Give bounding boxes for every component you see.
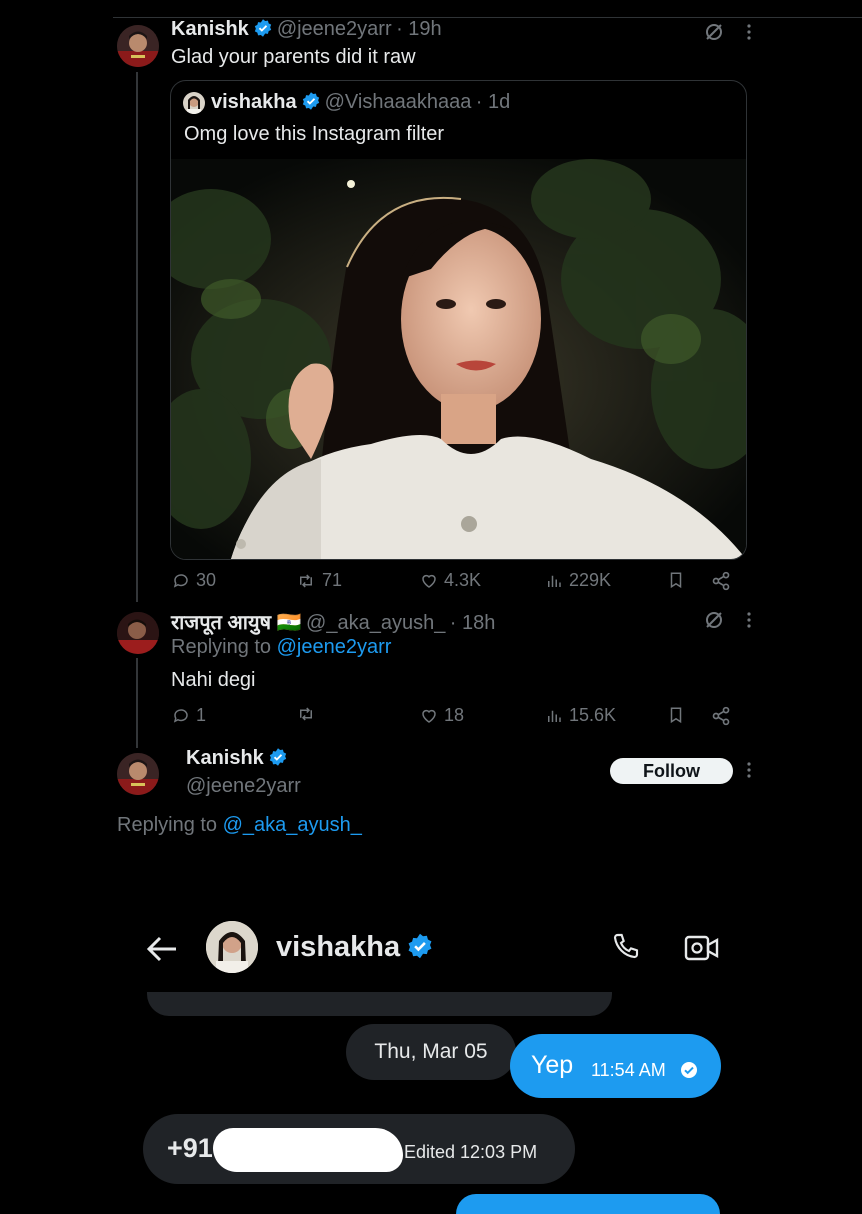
bookmark-button[interactable] — [667, 571, 685, 589]
message-bubble-partial — [456, 1194, 720, 1214]
verified-badge-icon — [253, 18, 273, 43]
dm-header: vishakha — [0, 905, 862, 1000]
message-text: Yep — [531, 1051, 574, 1079]
tweet-text: Glad your parents did it raw — [171, 46, 416, 68]
replying-to-label: Replying to — [117, 814, 218, 836]
phone-icon[interactable] — [609, 931, 641, 968]
tweet-header: Kanishk @jeene2yarr · 19h — [171, 18, 442, 43]
reply-author-name[interactable]: राजपूत आयुष 🇮🇳 — [171, 612, 302, 634]
like-button[interactable]: 4.3K — [420, 570, 481, 591]
focus-author-name[interactable]: Kanishk — [186, 747, 264, 769]
share-button[interactable] — [711, 571, 731, 591]
focus-author: Kanishk — [186, 747, 292, 772]
dm-contact-avatar[interactable] — [206, 921, 258, 973]
retweet-button[interactable] — [296, 705, 322, 723]
grok-icon[interactable] — [704, 610, 724, 635]
share-icon — [712, 706, 730, 726]
avatar[interactable] — [117, 612, 159, 654]
message-bubble-partial — [147, 992, 612, 1016]
tweet-time[interactable]: · 19h — [396, 18, 442, 40]
more-options-icon[interactable] — [746, 760, 752, 784]
bookmark-icon — [670, 707, 682, 724]
quote-photo[interactable] — [171, 159, 746, 559]
heart-icon — [422, 574, 436, 588]
video-call-icon[interactable] — [684, 933, 720, 968]
reply-author-handle[interactable]: @_aka_ayush_ — [306, 612, 445, 634]
dm-contact[interactable]: vishakha — [276, 931, 438, 965]
share-button[interactable] — [711, 706, 731, 726]
message-bubble-received[interactable]: +91 Edited 12:03 PM — [143, 1114, 575, 1184]
like-count: 18 — [444, 705, 465, 725]
quote-header: vishakha @Vishaaakhaaa · 1d — [211, 91, 510, 116]
view-count: 15.6K — [569, 705, 617, 725]
dm-contact-name: vishakha — [276, 931, 401, 963]
message-bubble-sent[interactable]: Yep 11:54 AM — [510, 1034, 721, 1098]
message-edited-meta: Edited 12:03 PM — [404, 1142, 538, 1162]
views-icon — [548, 710, 561, 722]
verified-badge-icon — [406, 932, 434, 965]
reply-icon — [173, 708, 188, 723]
views-button[interactable]: 229K — [545, 570, 611, 591]
heart-icon — [422, 709, 436, 723]
share-icon — [712, 571, 730, 591]
author-handle[interactable]: @jeene2yarr — [277, 18, 392, 40]
message-time: 11:54 AM — [591, 1060, 666, 1080]
avatar — [183, 92, 205, 114]
view-count: 229K — [569, 570, 612, 590]
reply-count: 1 — [196, 705, 207, 725]
quote-author-name: vishakha — [211, 91, 297, 113]
replying-to-handle[interactable]: @_aka_ayush_ — [223, 814, 362, 836]
thread-line — [136, 658, 138, 748]
reply-time[interactable]: · 18h — [450, 612, 496, 634]
more-options-icon[interactable] — [746, 610, 752, 634]
quote-author-handle: @Vishaaakhaaa — [324, 91, 472, 113]
read-receipt-icon — [680, 1061, 698, 1084]
follow-button[interactable]: Follow — [610, 758, 733, 784]
avatar[interactable] — [117, 25, 159, 67]
reply-count: 30 — [196, 570, 217, 590]
avatar[interactable] — [117, 753, 159, 795]
quote-time: · 1d — [475, 91, 511, 113]
focus-author-handle[interactable]: @jeene2yarr — [186, 775, 301, 798]
verified-badge-icon — [301, 91, 321, 116]
author-name[interactable]: Kanishk — [171, 18, 249, 40]
date-chip: Thu, Mar 05 — [346, 1024, 516, 1080]
like-button[interactable]: 18 — [420, 705, 464, 726]
retweet-count: 71 — [322, 570, 343, 590]
replying-to: Replying to @jeene2yarr — [171, 636, 391, 659]
retweet-icon — [300, 707, 312, 721]
bookmark-icon — [670, 572, 682, 589]
retweet-icon — [300, 573, 312, 588]
redaction-scribble — [213, 1128, 403, 1172]
replying-to-label: Replying to — [171, 636, 272, 658]
quoted-tweet-card[interactable]: vishakha @Vishaaakhaaa · 1d Omg love this… — [170, 80, 747, 560]
views-button[interactable]: 15.6K — [545, 705, 616, 726]
reply-button[interactable]: 30 — [172, 570, 216, 591]
views-icon — [548, 575, 561, 587]
back-arrow-icon[interactable] — [146, 935, 178, 968]
message-text: +91 — [167, 1133, 213, 1163]
retweet-button[interactable]: 71 — [296, 570, 342, 591]
reply-header: राजपूत आयुष 🇮🇳 @_aka_ayush_ · 18h — [171, 608, 495, 635]
reply-button[interactable]: 1 — [172, 705, 206, 726]
more-options-icon[interactable] — [746, 22, 752, 46]
grok-icon[interactable] — [704, 22, 724, 47]
bookmark-button[interactable] — [667, 706, 685, 724]
reply-text: Nahi degi — [171, 669, 256, 691]
focus-replying-to: Replying to @_aka_ayush_ — [117, 814, 362, 837]
like-count: 4.3K — [444, 570, 482, 590]
thread-line — [136, 72, 138, 602]
verified-badge-icon — [268, 747, 288, 772]
replying-to-handle[interactable]: @jeene2yarr — [277, 636, 392, 658]
reply-icon — [173, 573, 188, 588]
quote-text: Omg love this Instagram filter — [184, 123, 445, 145]
